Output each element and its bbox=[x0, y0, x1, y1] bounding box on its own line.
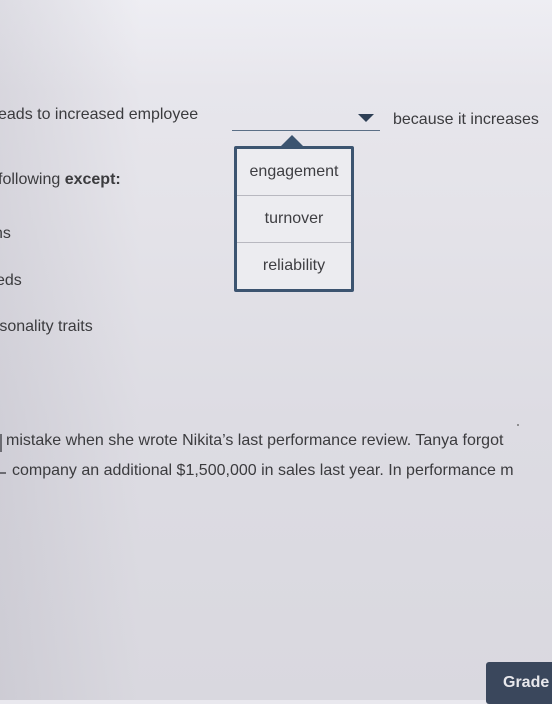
question2-prompt-bold: except bbox=[64, 171, 116, 188]
answer-choice-2[interactable]: eds bbox=[0, 272, 22, 290]
passage-line-2: company an additional $1,500,000 in sale… bbox=[12, 462, 514, 479]
passage-line-1: mistake when she wrote Nikita’s last per… bbox=[6, 432, 504, 449]
screen-glare bbox=[0, 0, 552, 90]
answer-dropdown[interactable] bbox=[232, 104, 380, 131]
question2-prompt-start: following bbox=[0, 171, 65, 188]
screen-shadow bbox=[0, 0, 140, 700]
screen-speck bbox=[517, 424, 519, 426]
dropdown-popup-pointer bbox=[281, 135, 303, 146]
answer-choice-1[interactable]: ns bbox=[0, 225, 11, 243]
question2-prompt-end: : bbox=[115, 171, 121, 188]
dropdown-option-reliability[interactable]: reliability bbox=[237, 242, 351, 289]
question1-prefix-text: eads to increased employee bbox=[0, 106, 199, 123]
dropdown-option-engagement[interactable]: engagement bbox=[237, 149, 351, 195]
dropdown-option-turnover[interactable]: turnover bbox=[237, 195, 351, 242]
answer-choice-3[interactable]: rsonality traits bbox=[0, 318, 93, 336]
chevron-down-icon[interactable] bbox=[358, 114, 374, 122]
passage-dash-mark bbox=[0, 472, 6, 474]
question2-prompt: following except: bbox=[0, 171, 121, 189]
dropdown-options-list: engagement turnover reliability bbox=[234, 146, 354, 292]
grade-button[interactable]: Grade bbox=[486, 662, 552, 704]
question1-suffix-text: because it increases bbox=[393, 111, 539, 128]
passage-bracket-mark bbox=[0, 434, 2, 452]
